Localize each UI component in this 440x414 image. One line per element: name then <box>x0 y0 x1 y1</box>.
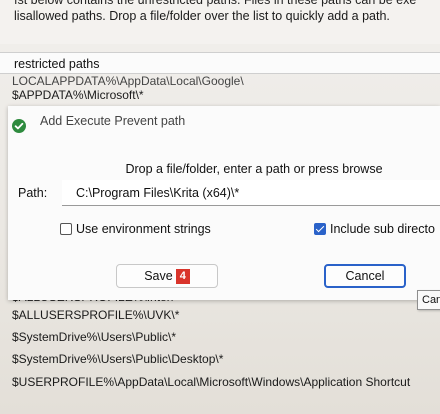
list-item[interactable]: $SystemDrive%\Users\Public\Desktop\* <box>0 348 440 370</box>
checkbox-box[interactable] <box>60 223 72 235</box>
description-line-1: ıst below contains the unrestricted path… <box>14 0 417 7</box>
checkbox-label: Include sub directo <box>330 222 435 236</box>
description-text: ıst below contains the unrestricted path… <box>0 0 440 44</box>
add-path-dialog: Add Execute Prevent path Drop a file/fol… <box>8 106 440 300</box>
save-label: Save <box>144 269 173 283</box>
checkbox-box-checked[interactable] <box>314 223 326 235</box>
dialog-titlebar: Add Execute Prevent path <box>8 106 440 136</box>
instruction-text: Drop a file/folder, enter a path or pres… <box>125 162 383 176</box>
use-env-strings-checkbox[interactable]: Use environment strings <box>60 222 211 236</box>
checkbox-label: Use environment strings <box>76 222 211 236</box>
list-item[interactable]: $USERPROFILE%\AppData\Local\Microsoft\Wi… <box>0 371 440 393</box>
dialog-title: Add Execute Prevent path <box>40 114 186 128</box>
cancel-button[interactable]: Cancel <box>324 264 406 288</box>
list-item[interactable]: $ALLUSERSPROFILE%\UVK\* <box>0 304 440 326</box>
description-line-2: lisallowed paths. Drop a file/folder ove… <box>14 9 390 23</box>
path-label: Path: <box>18 186 48 200</box>
cancel-label: Cancel <box>345 269 385 283</box>
save-button[interactable]: Save 4 <box>116 264 218 288</box>
step-badge: 4 <box>175 269 190 284</box>
path-input[interactable] <box>62 180 440 206</box>
list-item[interactable]: $SystemDrive%\Users\Public\* <box>0 326 440 348</box>
cancel-tooltip: Cance <box>417 290 440 310</box>
list-item[interactable]: $APPDATA%\Microsoft\* <box>0 84 440 106</box>
include-subdirectories-checkbox[interactable]: Include sub directo <box>314 222 435 236</box>
shield-check-icon <box>12 114 26 133</box>
